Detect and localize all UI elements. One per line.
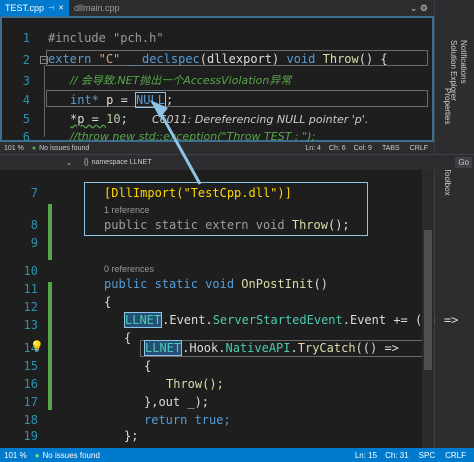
zoom-level[interactable]: 101 % <box>4 451 27 460</box>
line-position[interactable]: Ln: 15 <box>355 451 377 460</box>
char-position: Ch: 31 <box>385 450 409 460</box>
line-ending[interactable]: CRLF <box>445 451 466 460</box>
check-icon: ● <box>34 450 40 460</box>
status-bar-bottom: 101 % ● No issues found Ln: 15 Ch: 31 SP… <box>0 448 474 462</box>
annotation-arrow <box>150 100 202 185</box>
arrow-head <box>150 100 168 118</box>
issues-status[interactable]: No issues found <box>43 451 100 460</box>
arrow-line <box>158 111 202 185</box>
indent-mode[interactable]: SPC <box>419 451 435 460</box>
